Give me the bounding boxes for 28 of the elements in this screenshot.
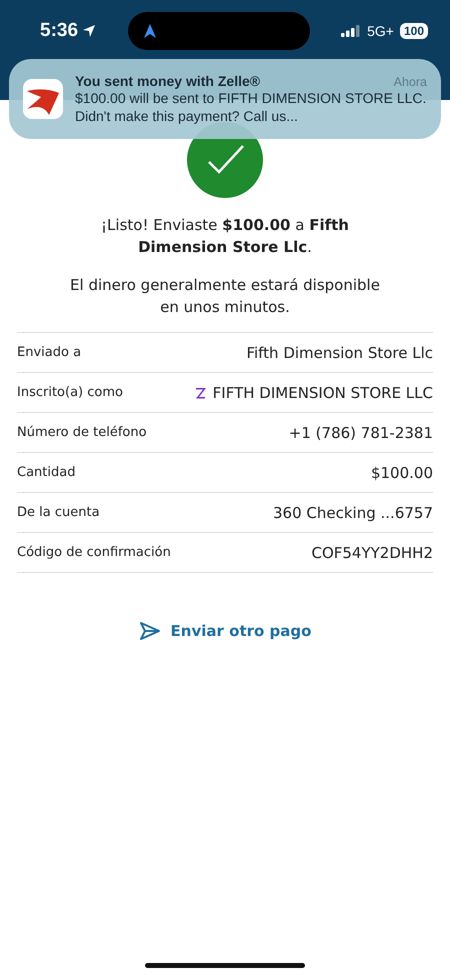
notification-title: You sent money with Zelle® [75, 73, 260, 89]
detail-label: Código de confirmación [17, 545, 171, 560]
location-arrow-icon [82, 24, 96, 38]
notification-message: $100.00 will be sent to FIFTH DIMENSION STORE LLC. Didn't make this payment? Call us... [75, 89, 427, 125]
network-label: 5G+ [367, 23, 394, 39]
send-icon [138, 621, 161, 641]
detail-value: FIFTH DIMENSION STORE LLC [212, 384, 433, 402]
detail-value: +1 (786) 781-2381 [288, 424, 433, 442]
notification-banner[interactable]: You sent money with Zelle® Ahora $100.00 will be sent to FIFTH DIMENSION STORE LLC. Didn't make this payment? Call us... [9, 59, 441, 139]
status-time: 5:36 [40, 20, 78, 42]
availability-note: El dinero generalmente estará disponible en unos minutos. [69, 275, 381, 318]
notification-time: Ahora [394, 75, 427, 89]
detail-value: Fifth Dimension Store Llc [246, 344, 433, 362]
navigation-arrow-icon [144, 24, 156, 38]
send-another-payment-button[interactable]: Enviar otro pago [134, 617, 316, 645]
app-logo-icon [23, 79, 63, 119]
detail-label: Número de teléfono [17, 425, 147, 440]
battery-level: 100 [400, 23, 428, 39]
detail-label: De la cuenta [17, 505, 100, 520]
detail-value: $100.00 [370, 464, 433, 482]
zelle-icon [194, 386, 207, 400]
confirmation-message: ¡Listo! Enviaste $100.00 a Fifth Dimension Store Llc. [100, 215, 350, 258]
detail-label: Cantidad [17, 465, 76, 480]
detail-value: COF54YY2DHH2 [311, 544, 433, 562]
signal-icon [341, 25, 362, 37]
detail-value: 360 Checking ...6757 [273, 504, 433, 522]
detail-label: Inscrito(a) como [17, 385, 123, 400]
detail-label: Enviado a [17, 345, 82, 360]
